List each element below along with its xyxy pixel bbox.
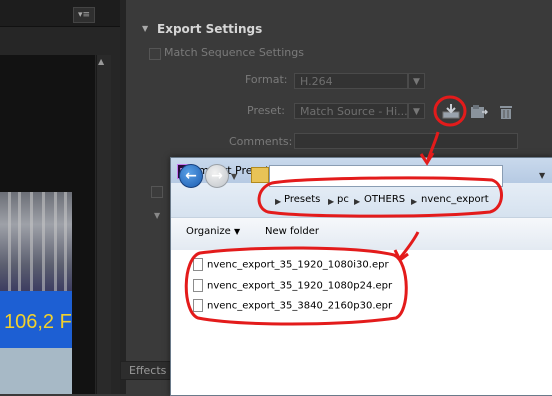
- breadcrumb-pc[interactable]: pc: [337, 194, 349, 205]
- tab-effects[interactable]: Effects: [120, 361, 176, 380]
- import-preset-icon[interactable]: [442, 103, 460, 119]
- preset-select[interactable]: Match Source - Hi...: [294, 103, 408, 119]
- format-select[interactable]: H.264: [294, 73, 408, 89]
- file-item[interactable]: nvenc_export_35_3840_2160p30.epr: [193, 299, 392, 317]
- new-folder-button[interactable]: New folder: [265, 226, 319, 237]
- breadcrumb-presets[interactable]: Presets: [284, 194, 320, 205]
- export-settings-title: Export Settings: [157, 22, 263, 36]
- video-panel-header: [0, 0, 120, 27]
- vertical-scrollbar[interactable]: [96, 55, 111, 394]
- panel-menu-icon[interactable]: ▾≡: [73, 7, 95, 23]
- match-sequence-label: Match Sequence Settings: [164, 46, 304, 59]
- back-arrow-icon[interactable]: ←: [179, 164, 203, 188]
- video-overlay-text: 106,2 F: [4, 311, 72, 333]
- export-video-checkbox[interactable]: [151, 186, 163, 198]
- comments-input[interactable]: [294, 133, 518, 149]
- trash-icon[interactable]: [499, 104, 513, 120]
- save-preset-icon[interactable]: [470, 104, 489, 120]
- expand-icon[interactable]: ▼: [154, 211, 160, 220]
- import-preset-dialog: Pr Import Preset ← → ▼ ▶ Presets ▶ pc ▶ …: [170, 157, 552, 396]
- breadcrumb-arrow-icon[interactable]: ▶: [328, 197, 334, 206]
- history-dropdown-icon[interactable]: ▼: [231, 172, 237, 181]
- comments-label: Comments:: [229, 135, 293, 148]
- chevron-down-icon[interactable]: ▼: [408, 73, 425, 89]
- file-icon: [193, 299, 203, 312]
- folder-icon: [251, 167, 269, 183]
- file-icon: [193, 258, 203, 271]
- video-bottom: [0, 348, 72, 394]
- preset-label: Preset:: [247, 104, 286, 117]
- panel-divider[interactable]: [120, 0, 126, 394]
- breadcrumb-arrow-icon[interactable]: ▶: [275, 197, 281, 206]
- breadcrumb-others[interactable]: OTHERS: [364, 194, 405, 205]
- forward-arrow-icon[interactable]: →: [205, 164, 229, 188]
- chevron-down-icon[interactable]: ▼: [408, 103, 425, 119]
- address-dropdown-icon[interactable]: ▼: [539, 171, 545, 180]
- breadcrumb-arrow-icon[interactable]: ▶: [411, 197, 417, 206]
- breadcrumb-nvenc-export[interactable]: nvenc_export: [421, 194, 489, 205]
- collapse-icon[interactable]: ▼: [142, 24, 148, 33]
- scroll-up-icon[interactable]: ▲: [98, 57, 104, 66]
- navigation-bar: [171, 183, 552, 217]
- breadcrumb-arrow-icon[interactable]: ▶: [354, 197, 360, 206]
- organize-button[interactable]: Organize ▼: [186, 226, 240, 237]
- file-item[interactable]: nvenc_export_35_1920_1080p24.epr: [193, 279, 392, 297]
- file-icon: [193, 279, 203, 292]
- match-sequence-checkbox[interactable]: [149, 48, 161, 60]
- file-item[interactable]: nvenc_export_35_1920_1080i30.epr: [193, 258, 389, 276]
- format-label: Format:: [245, 73, 288, 86]
- address-bar[interactable]: [269, 165, 503, 187]
